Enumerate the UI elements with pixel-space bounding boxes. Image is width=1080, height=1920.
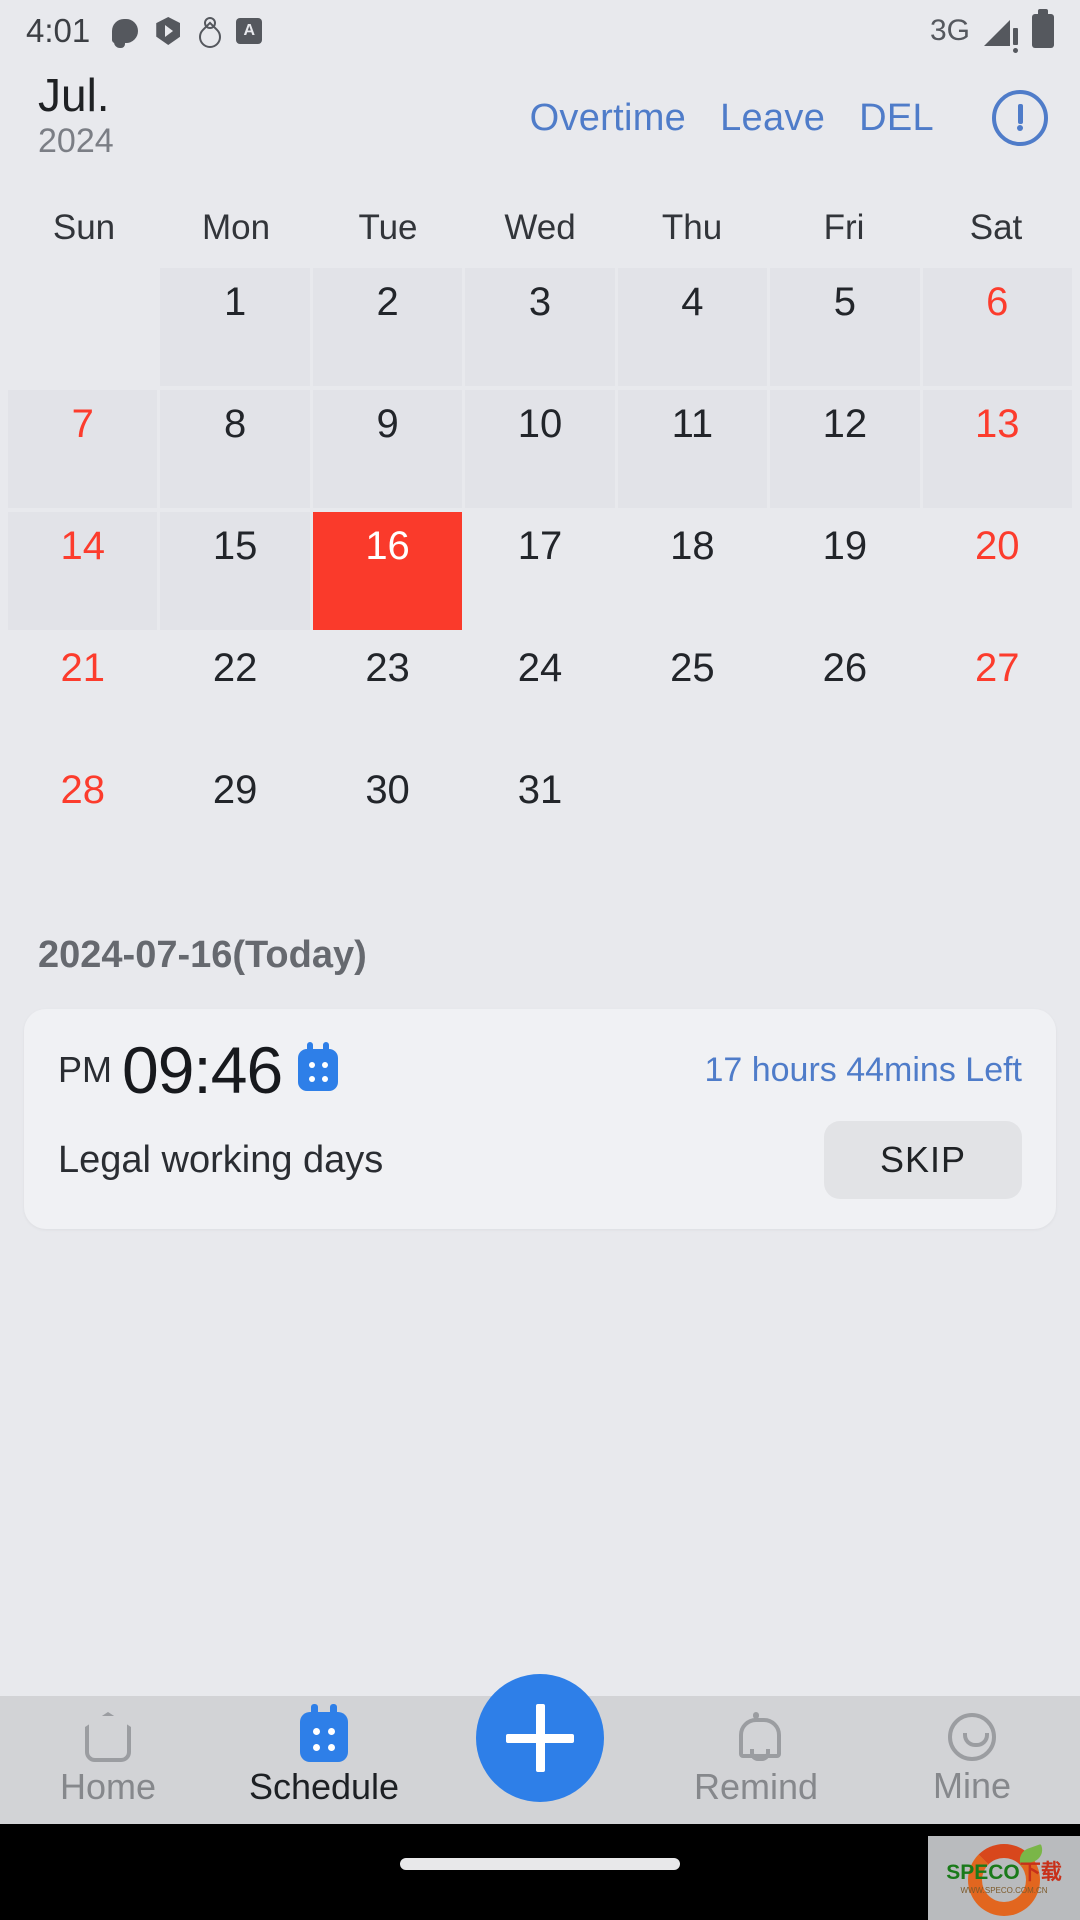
calendar-day-29[interactable]: 29 <box>160 756 309 874</box>
calendar-day-22[interactable]: 22 <box>160 634 309 752</box>
month-year-block[interactable]: Jul. 2024 <box>38 69 114 161</box>
home-icon <box>85 1712 131 1762</box>
calendar-day-5[interactable]: 5 <box>770 268 920 386</box>
watermark-title: SPECO下载 <box>946 1862 1062 1883</box>
leave-button[interactable]: Leave <box>720 97 825 140</box>
weekday-wed: Wed <box>504 208 576 247</box>
status-bar-right-icons: 3G <box>929 9 1054 53</box>
battery-icon <box>1032 9 1054 48</box>
calendar-day-28[interactable]: 28 <box>8 756 157 874</box>
calendar-icon <box>300 1704 348 1762</box>
calendar-day-empty <box>770 756 919 874</box>
weekday-fri: Fri <box>823 208 865 247</box>
nav-label-home: Home <box>59 1766 157 1807</box>
nav-label-mine: Mine <box>932 1765 1012 1806</box>
nav-item-home[interactable]: Home <box>0 1712 216 1808</box>
event-card[interactable]: PM 09:46 17 hours 44mins Left Legal work… <box>24 1009 1056 1229</box>
watermark-url: WWW.SPECO.COM.CN <box>960 1885 1048 1895</box>
signal-warning-icon <box>984 16 1018 53</box>
calendar-day-1[interactable]: 1 <box>160 268 310 386</box>
status-bar-left-icons: A <box>112 17 263 48</box>
calendar-day-15[interactable]: 15 <box>160 512 310 630</box>
month-label: Jul. <box>38 69 110 121</box>
calendar-day-19[interactable]: 19 <box>770 512 919 630</box>
watermark-title-cn: 下载 <box>1019 1860 1062 1884</box>
page-header: Jul. 2024 Overtime Leave DEL <box>0 62 1080 182</box>
year-label: 2024 <box>38 121 114 160</box>
calendar-day-23[interactable]: 23 <box>313 634 462 752</box>
calendar-day-20[interactable]: 20 <box>923 512 1072 630</box>
network-type-label: 3G <box>929 14 970 47</box>
skip-button[interactable]: SKIP <box>823 1121 1022 1199</box>
nav-item-remind[interactable]: Remind <box>648 1712 864 1808</box>
calendar-day-empty <box>923 756 1072 874</box>
weekday-thu: Thu <box>661 208 723 247</box>
calendar-day-26[interactable]: 26 <box>770 634 919 752</box>
calendar-day-4[interactable]: 4 <box>617 268 768 386</box>
calendar-day-7[interactable]: 7 <box>8 390 158 508</box>
calendar-day-6[interactable]: 6 <box>922 268 1072 386</box>
calendar-day-14[interactable]: 14 <box>8 512 158 630</box>
calendar-day-30[interactable]: 30 <box>313 756 462 874</box>
chat-icon <box>112 19 139 48</box>
calendar-day-10[interactable]: 10 <box>465 390 615 508</box>
event-subtitle: Legal working days <box>58 1138 384 1181</box>
bottom-navigation-bar: Home Schedule Remind Mine <box>0 1674 1080 1824</box>
calendar-day-empty <box>8 268 157 386</box>
calendar-icon[interactable] <box>298 1042 339 1091</box>
calendar-day-25[interactable]: 25 <box>618 634 767 752</box>
status-bar-time: 4:01 <box>26 12 91 49</box>
home-indicator[interactable] <box>400 1858 680 1870</box>
calendar-day-31[interactable]: 31 <box>465 756 614 874</box>
location-heart-icon <box>198 17 218 45</box>
nav-label-remind: Remind <box>693 1766 819 1807</box>
calendar-day-8[interactable]: 8 <box>160 390 310 508</box>
status-bar: 4:01 A 3G <box>0 0 1080 62</box>
calendar-day-27[interactable]: 27 <box>923 634 1072 752</box>
watermark-title-en: SPECO <box>946 1860 1020 1884</box>
meridiem-label: PM <box>58 1049 112 1090</box>
overtime-button[interactable]: Overtime <box>530 97 687 140</box>
del-button[interactable]: DEL <box>859 97 934 140</box>
calendar-day-empty <box>618 756 767 874</box>
a-box-icon: A <box>236 18 263 44</box>
calendar-day-21[interactable]: 21 <box>8 634 157 752</box>
selected-date-label: 2024-07-16(Today) <box>38 934 367 976</box>
calendar-day-11[interactable]: 11 <box>617 390 768 508</box>
calendar-day-18[interactable]: 18 <box>618 512 767 630</box>
weekday-tue: Tue <box>358 208 418 247</box>
calendar-day-9[interactable]: 9 <box>312 390 463 508</box>
add-button[interactable] <box>476 1674 604 1802</box>
event-card-top-row: PM 09:46 17 hours 44mins Left <box>58 1037 1022 1103</box>
calendar-day-16[interactable]: 16 <box>312 512 463 630</box>
calendar-day-12[interactable]: 12 <box>770 390 920 508</box>
nav-item-mine[interactable]: Mine <box>864 1713 1080 1807</box>
smiley-icon <box>948 1713 996 1761</box>
calendar-grid: 1 2 3 4 5 6 7 8 9 10 11 12 13 14 15 16 17 18 19 20 21 22 23 24 2… <box>0 268 1080 874</box>
system-gesture-bar[interactable] <box>0 1824 1080 1920</box>
weekday-sun: Sun <box>52 208 116 247</box>
nav-label-schedule: Schedule <box>248 1766 400 1807</box>
nav-item-schedule[interactable]: Schedule <box>216 1704 432 1808</box>
calendar-day-17[interactable]: 17 <box>465 512 614 630</box>
event-time: 09:46 <box>122 1033 283 1107</box>
calendar-day-24[interactable]: 24 <box>465 634 614 752</box>
time-left-label: 17 hours 44mins Left <box>704 1050 1022 1089</box>
play-shield-icon <box>156 17 181 45</box>
watermark-logo: SPECO下载 WWW.SPECO.COM.CN <box>928 1836 1080 1920</box>
header-actions: Overtime Leave DEL <box>530 90 1048 146</box>
calendar-day-2[interactable]: 2 <box>312 268 463 386</box>
exclamation-circle-icon[interactable] <box>992 90 1048 146</box>
calendar-day-3[interactable]: 3 <box>465 268 615 386</box>
calendar-day-13[interactable]: 13 <box>922 390 1072 508</box>
weekday-sat: Sat <box>969 208 1023 247</box>
weekday-mon: Mon <box>201 208 271 247</box>
bell-icon <box>733 1712 781 1762</box>
weekday-header-row: Sun Mon Tue Wed Thu Fri Sat <box>0 198 1080 258</box>
event-card-bottom-row: Legal working days SKIP <box>58 1121 1022 1199</box>
